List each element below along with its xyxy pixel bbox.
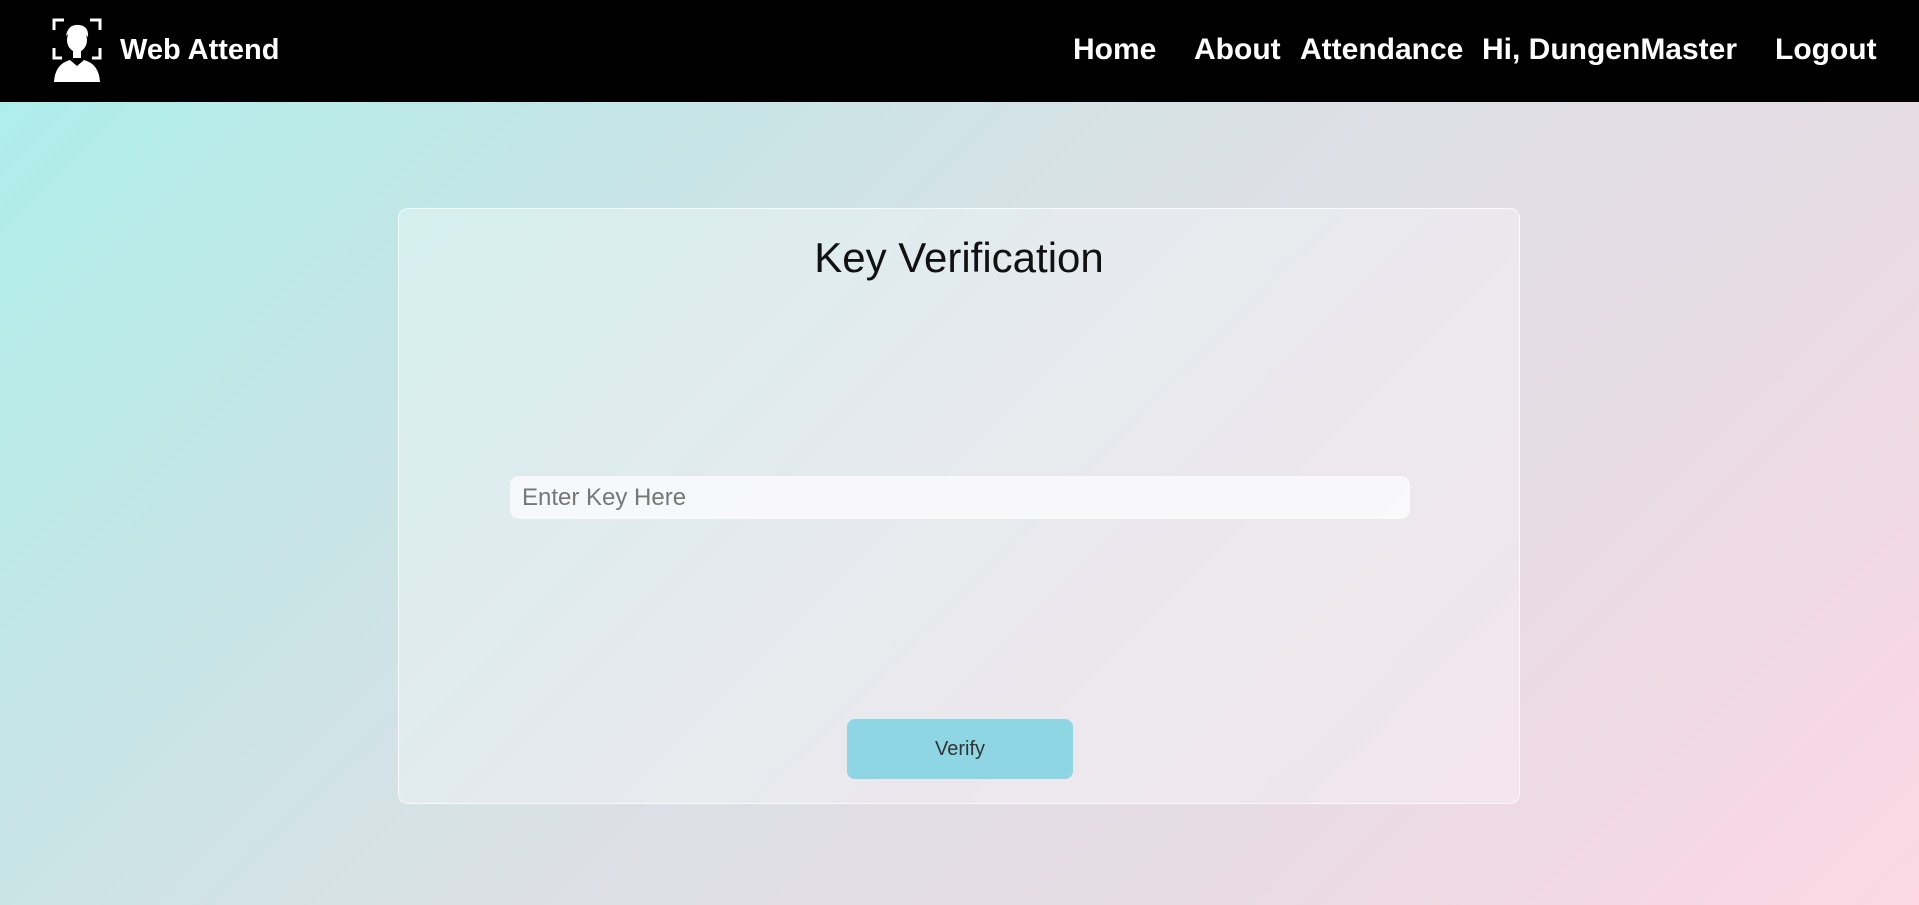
- nav-link-attendance[interactable]: Attendance: [1300, 30, 1463, 70]
- nav-link-logout[interactable]: Logout: [1775, 30, 1877, 70]
- nav-link-home[interactable]: Home: [1073, 30, 1156, 70]
- user-greeting[interactable]: Hi, DungenMaster: [1482, 30, 1737, 70]
- nav-links: Home About Attendance Hi, DungenMaster L…: [0, 0, 1919, 102]
- card-title: Key Verification: [814, 234, 1104, 281]
- key-input[interactable]: [510, 476, 1410, 519]
- nav-link-about[interactable]: About: [1194, 30, 1281, 70]
- top-navbar: Web Attend Home About Attendance Hi, Dun…: [0, 0, 1919, 102]
- verify-button[interactable]: Verify: [847, 719, 1073, 779]
- key-verification-card: Key Verification Verify: [398, 208, 1520, 804]
- main-content: Key Verification Verify: [0, 102, 1919, 905]
